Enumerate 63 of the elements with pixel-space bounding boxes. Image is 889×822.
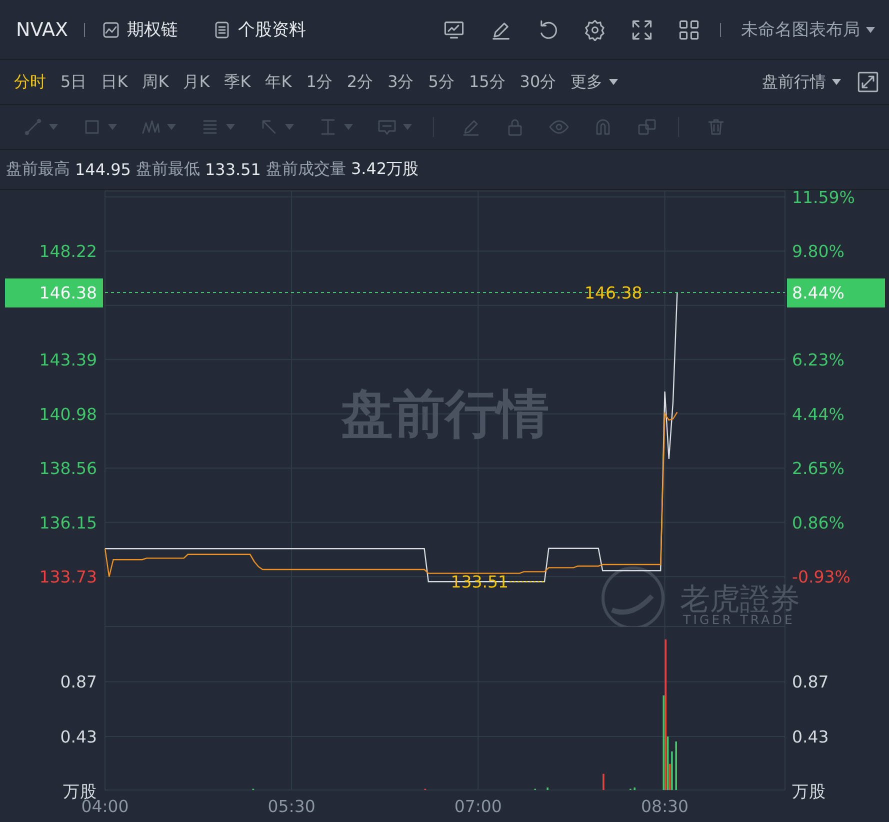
volume-bar bbox=[634, 788, 636, 790]
y-axis-tick-label: 138.56 bbox=[39, 459, 97, 478]
percent-axis-label: 6.23% bbox=[792, 350, 844, 370]
percent-axis-label: 0.86% bbox=[792, 513, 844, 532]
period-tab[interactable]: 周K bbox=[142, 72, 169, 92]
period-tab[interactable]: 3分 bbox=[388, 72, 414, 92]
period-tab[interactable]: 2分 bbox=[346, 72, 374, 92]
stat-label: 盘前最高 bbox=[6, 159, 70, 180]
expand-icon[interactable] bbox=[857, 71, 879, 93]
y-axis-tick-label: 143.39 bbox=[39, 350, 97, 370]
percent-axis-label: 11.59% bbox=[792, 190, 855, 207]
period-tab[interactable]: 5日 bbox=[60, 72, 87, 92]
period-tab[interactable]: 日K bbox=[101, 72, 128, 92]
stat-value: 133.51 bbox=[204, 160, 261, 179]
right-axis-label: 0.87 bbox=[792, 672, 829, 692]
y-axis-tick-label: 148.22 bbox=[39, 242, 97, 262]
chart-icon[interactable] bbox=[101, 20, 122, 40]
caret-icon bbox=[832, 79, 841, 85]
time-axis-label: 08:30 bbox=[640, 797, 689, 816]
y-axis-tick-label: 0.43 bbox=[60, 728, 97, 746]
last-price: 146.38 bbox=[39, 283, 97, 302]
layout-menu[interactable]: 未命名图表布局 bbox=[741, 18, 875, 41]
period-tab[interactable]: 30分 bbox=[520, 72, 556, 92]
stat-label: 盘前最低 bbox=[136, 159, 200, 180]
percent-axis-label: 4.44% bbox=[792, 404, 844, 424]
period-tab[interactable]: 5分 bbox=[428, 72, 454, 92]
y-axis-tick-label: 133.73 bbox=[39, 568, 97, 587]
percent-axis-label: -0.93% bbox=[792, 568, 850, 587]
header-link[interactable]: 个股资料 bbox=[212, 18, 306, 41]
stat-value: 3.42万股 bbox=[350, 159, 419, 180]
grid-layout-icon[interactable] bbox=[678, 18, 700, 40]
right-axis-label: 0.43 bbox=[792, 728, 829, 746]
caret-icon bbox=[608, 79, 618, 85]
period-tab[interactable]: 1分 bbox=[306, 72, 332, 92]
time-axis-label: 05:30 bbox=[268, 797, 316, 816]
percent-axis-label: 2.65% bbox=[792, 459, 844, 478]
session-menu[interactable]: 盘前行情 bbox=[762, 72, 841, 92]
time-axis-label: 07:00 bbox=[454, 797, 502, 816]
change-percent: 8.44% bbox=[792, 283, 844, 302]
fullscreen-icon[interactable] bbox=[631, 18, 653, 40]
period-tab[interactable]: 月K bbox=[183, 72, 210, 92]
y-axis-tick-label: 0.87 bbox=[60, 672, 97, 692]
period-tab[interactable]: 分时 bbox=[14, 72, 46, 92]
more-menu[interactable]: 更多 bbox=[570, 72, 618, 92]
chart-screen-icon[interactable] bbox=[443, 18, 465, 40]
percent-axis-label: 9.80% bbox=[792, 242, 844, 262]
y-axis-tick-label: 140.98 bbox=[39, 404, 97, 424]
high-price-label: 146.38 bbox=[584, 283, 642, 302]
y-axis-tick-label: 136.15 bbox=[39, 513, 97, 532]
brand-watermark: TIGER TRADE bbox=[683, 612, 796, 627]
stock-symbol: NVAX bbox=[16, 18, 68, 40]
header-link[interactable]: 期权链 bbox=[101, 18, 178, 41]
brand-logo-icon bbox=[602, 566, 664, 627]
stat-label: 盘前成交量 bbox=[266, 159, 346, 180]
volume-unit: 万股 bbox=[63, 782, 97, 801]
period-tab[interactable]: 年K bbox=[265, 72, 292, 92]
volume-unit: 万股 bbox=[792, 782, 826, 801]
settings-icon[interactable] bbox=[584, 18, 606, 40]
leader-line bbox=[509, 581, 545, 582]
stat-value: 144.95 bbox=[75, 160, 131, 179]
period-tab[interactable]: 15分 bbox=[468, 72, 506, 92]
caret-icon bbox=[866, 26, 875, 32]
period-tab[interactable]: 季K bbox=[224, 72, 251, 92]
